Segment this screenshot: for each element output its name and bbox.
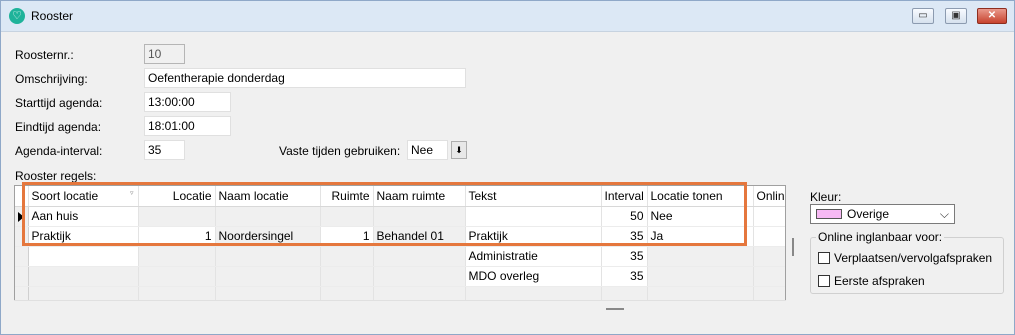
row-indicator bbox=[15, 226, 29, 247]
agenda-interval-label: Agenda-interval: bbox=[15, 144, 103, 158]
eerste-afspraken-checkbox[interactable] bbox=[818, 275, 830, 287]
scrollbar-grip-icon[interactable] bbox=[606, 308, 624, 310]
column-header[interactable]: Locatie bbox=[138, 186, 216, 207]
row-pointer-icon bbox=[18, 211, 24, 222]
table-cell[interactable] bbox=[753, 206, 785, 227]
table-cell[interactable] bbox=[138, 246, 216, 267]
table-cell[interactable]: MDO overleg bbox=[465, 266, 602, 287]
row-indicator-header bbox=[15, 186, 29, 207]
table-cell[interactable] bbox=[647, 246, 754, 267]
row-indicator bbox=[15, 246, 29, 267]
title-bar[interactable]: ♡ Rooster ▭ ▣ ✕ bbox=[1, 1, 1014, 32]
verplaatsen-label: Verplaatsen/vervolgafspraken bbox=[834, 251, 993, 265]
table-cell[interactable]: Administratie bbox=[465, 246, 602, 267]
color-swatch bbox=[816, 209, 842, 219]
table-cell[interactable]: Praktijk bbox=[28, 226, 139, 247]
table-cell bbox=[215, 266, 321, 287]
current-row-indicator bbox=[15, 206, 29, 227]
sort-indicator-icon: ▿ bbox=[130, 190, 134, 197]
table-cell[interactable]: 1 bbox=[138, 226, 216, 247]
window-title: Rooster bbox=[31, 9, 74, 23]
eindtijd-label: Eindtijd agenda: bbox=[15, 120, 102, 134]
minimize-button[interactable]: ▭ bbox=[912, 8, 934, 24]
table-cell bbox=[373, 246, 466, 267]
table-cell[interactable]: 50 bbox=[601, 206, 648, 227]
table-cell[interactable] bbox=[320, 246, 374, 267]
roosternr-label: Roosternr.: bbox=[15, 48, 74, 62]
column-header[interactable]: Locatie tonen bbox=[647, 186, 754, 207]
starttijd-field[interactable]: 13:00:00 bbox=[144, 92, 231, 112]
column-header[interactable]: Naam locatie bbox=[215, 186, 321, 207]
table-cell: Noordersingel bbox=[215, 226, 321, 247]
table-cell bbox=[215, 206, 321, 227]
vaste-tijden-select[interactable]: Nee bbox=[407, 140, 448, 160]
table-row[interactable]: Praktijk 1 Noordersingel 1 Behandel 01 P… bbox=[15, 226, 785, 247]
table-cell[interactable]: Aan huis bbox=[28, 206, 139, 227]
rooster-table: Soort locatie Locatie Naam locatie Ruimt… bbox=[15, 186, 785, 304]
omschrijving-label: Omschrijving: bbox=[15, 72, 88, 86]
kleur-select[interactable]: Overige ⌵ bbox=[810, 204, 955, 224]
rooster-regels-grid[interactable]: Soort locatie Locatie Naam locatie Ruimt… bbox=[14, 185, 786, 305]
column-header[interactable]: Tekst bbox=[465, 186, 602, 207]
rooster-regels-label: Rooster regels: bbox=[15, 169, 97, 183]
table-cell[interactable] bbox=[138, 266, 216, 287]
table-cell[interactable] bbox=[28, 246, 139, 267]
horizontal-scrollbar[interactable] bbox=[14, 300, 786, 317]
row-indicator bbox=[15, 266, 29, 287]
close-button[interactable]: ✕ bbox=[977, 8, 1007, 24]
table-cell[interactable] bbox=[28, 266, 139, 287]
table-cell[interactable] bbox=[647, 266, 754, 287]
starttijd-label: Starttijd agenda: bbox=[15, 96, 103, 110]
chevron-down-icon: ⌵ bbox=[939, 207, 949, 221]
table-cell[interactable] bbox=[753, 226, 785, 247]
online-inplanbaar-title: Online inglanbaar voor: bbox=[816, 230, 945, 244]
app-logo-icon: ♡ bbox=[9, 8, 25, 24]
table-cell[interactable] bbox=[138, 206, 216, 227]
table-cell[interactable]: Praktijk bbox=[465, 226, 602, 247]
table-cell[interactable] bbox=[320, 266, 374, 287]
agenda-interval-field[interactable]: 35 bbox=[144, 140, 185, 160]
verplaatsen-checkbox[interactable] bbox=[818, 252, 830, 264]
omschrijving-field[interactable]: Oefentherapie donderdag bbox=[144, 68, 466, 88]
vaste-tijden-dropdown-icon[interactable]: ⬇ bbox=[451, 141, 467, 159]
column-header[interactable]: Interval bbox=[601, 186, 648, 207]
table-cell[interactable]: 35 bbox=[601, 266, 648, 287]
table-cell[interactable]: Ja bbox=[647, 226, 754, 247]
column-header[interactable]: Naam ruimte bbox=[373, 186, 466, 207]
column-header[interactable]: Soort locatie bbox=[28, 186, 139, 207]
roosternr-field: 10 bbox=[144, 44, 185, 64]
eindtijd-field[interactable]: 18:01:00 bbox=[144, 116, 231, 136]
table-row[interactable]: Administratie 35 bbox=[15, 246, 785, 267]
column-header[interactable]: Ruimte bbox=[320, 186, 374, 207]
table-cell[interactable] bbox=[320, 206, 374, 227]
kleur-label: Kleur: bbox=[810, 190, 842, 204]
table-cell bbox=[373, 266, 466, 287]
maximize-button[interactable]: ▣ bbox=[945, 8, 967, 24]
eerste-afspraken-label: Eerste afspraken bbox=[834, 274, 925, 288]
vaste-tijden-label: Vaste tijden gebruiken: bbox=[279, 144, 401, 158]
table-cell[interactable]: 35 bbox=[601, 226, 648, 247]
table-cell bbox=[373, 206, 466, 227]
table-cell: Behandel 01 bbox=[373, 226, 466, 247]
table-cell[interactable]: 35 bbox=[601, 246, 648, 267]
table-row[interactable]: MDO overleg 35 bbox=[15, 266, 785, 287]
table-cell[interactable]: Nee bbox=[647, 206, 754, 227]
table-cell[interactable] bbox=[753, 266, 785, 287]
splitter-grip-icon[interactable] bbox=[792, 238, 794, 256]
table-cell[interactable] bbox=[753, 246, 785, 267]
kleur-value: Overige bbox=[847, 207, 890, 221]
table-cell[interactable]: 1 bbox=[320, 226, 374, 247]
table-cell[interactable] bbox=[465, 206, 602, 227]
table-cell bbox=[215, 246, 321, 267]
table-row[interactable]: Aan huis 50 Nee bbox=[15, 206, 785, 227]
column-header[interactable]: Online bbox=[753, 186, 785, 207]
